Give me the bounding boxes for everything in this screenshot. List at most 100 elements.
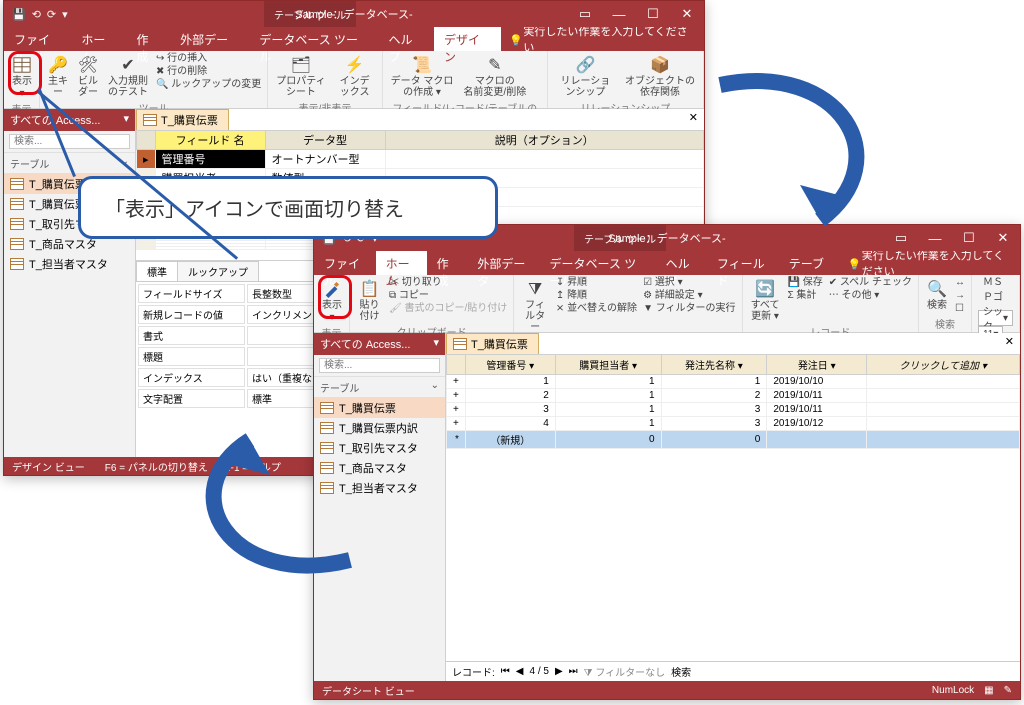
find-button[interactable]: 🔍検索 bbox=[925, 277, 949, 313]
recnav-prev-icon[interactable]: ◀ bbox=[516, 666, 524, 677]
chevron-down-icon[interactable]: ▾ bbox=[123, 112, 129, 128]
data-macro-button[interactable]: 📜データ マクロ の作成 ▾ bbox=[389, 53, 456, 100]
sort-asc-button[interactable]: ↧ 昇順 bbox=[556, 277, 637, 289]
tab-table[interactable]: テーブル bbox=[779, 251, 840, 275]
undo-icon[interactable]: ⟲ bbox=[32, 8, 41, 21]
view-button[interactable]: 表示▾ bbox=[320, 277, 344, 325]
modify-lookup-button[interactable]: 🔍 ルックアップの変更 bbox=[156, 79, 261, 91]
tab-external[interactable]: 外部データ bbox=[170, 27, 249, 51]
tell-me[interactable]: 💡実行したい作業を入力してください bbox=[840, 251, 1020, 275]
new-record-label[interactable]: （新規） bbox=[465, 431, 555, 449]
selection-filter-button[interactable]: ☑ 選択 ▾ bbox=[643, 277, 736, 289]
col-add[interactable]: クリックして追加 ▾ bbox=[867, 355, 1020, 375]
sort-desc-button[interactable]: ↥ 降順 bbox=[556, 290, 637, 302]
tab-file[interactable]: ファイル bbox=[4, 27, 71, 51]
row-selector[interactable]: ▸ bbox=[137, 150, 156, 169]
select-button[interactable]: ☐ bbox=[955, 303, 965, 315]
recnav-last-icon[interactable]: ⏭ bbox=[569, 666, 578, 677]
rename-macro-button[interactable]: ✎マクロの 名前変更/削除 bbox=[461, 53, 528, 100]
redo-icon[interactable]: ⟳ bbox=[47, 8, 56, 21]
close-button[interactable]: ✕ bbox=[670, 1, 704, 27]
row-expand-icon[interactable]: + bbox=[447, 375, 466, 389]
tell-me[interactable]: 💡 実行したい作業を入力してください bbox=[501, 27, 704, 51]
builder-button[interactable]: 🛠ビルダー bbox=[76, 53, 100, 100]
filter-button[interactable]: ⧩フィルター bbox=[520, 277, 550, 335]
spelling-button[interactable]: ✔ スペル チェック bbox=[829, 277, 912, 289]
tab-create[interactable]: 作成 bbox=[427, 251, 468, 275]
minimize-button[interactable]: — bbox=[602, 1, 636, 27]
refresh-all-button[interactable]: 🔄すべて 更新 ▾ bbox=[749, 277, 782, 324]
nav-search-input[interactable] bbox=[9, 134, 130, 149]
goto-button[interactable]: → bbox=[955, 290, 965, 302]
replace-button[interactable]: ↔ bbox=[955, 277, 965, 289]
tab-home[interactable]: ホーム bbox=[376, 251, 427, 275]
col-field-name[interactable]: フィールド 名 bbox=[155, 131, 265, 150]
totals-button[interactable]: Σ 集計 bbox=[787, 290, 822, 302]
nav-header[interactable]: すべての Access...▾ bbox=[314, 333, 445, 355]
relationships-button[interactable]: 🔗リレーションシップ bbox=[554, 53, 617, 100]
col-header[interactable]: 発注先名称 ▾ bbox=[661, 355, 767, 375]
recnav-next-icon[interactable]: ▶ bbox=[555, 666, 563, 677]
tab-dbtools[interactable]: データベース ツール bbox=[540, 251, 656, 275]
select-all-cell[interactable] bbox=[447, 355, 466, 375]
desc-cell[interactable] bbox=[385, 150, 703, 169]
close-button[interactable]: ✕ bbox=[986, 225, 1020, 251]
col-header[interactable]: 管理番号 ▾ bbox=[465, 355, 555, 375]
save-icon[interactable]: 💾 bbox=[12, 8, 26, 21]
tab-create[interactable]: 作成 bbox=[126, 27, 170, 51]
cut-button[interactable]: ✂ 切り取り bbox=[389, 277, 507, 289]
record-navigator[interactable]: レコード: ⏮ ◀ 4 / 5 ▶ ⏭ ⧩ フィルターなし 検索 bbox=[446, 661, 1020, 681]
new-record-icon[interactable]: * bbox=[447, 431, 466, 449]
select-all-cell[interactable] bbox=[137, 131, 156, 150]
maximize-button[interactable]: ☐ bbox=[636, 1, 670, 27]
type-cell[interactable]: オートナンバー型 bbox=[265, 150, 385, 169]
toggle-filter-button[interactable]: ▼ フィルターの実行 bbox=[643, 303, 736, 315]
nav-item[interactable]: T_購買伝票 bbox=[314, 398, 445, 418]
tab-design[interactable]: デザイン bbox=[434, 27, 501, 51]
recnav-first-icon[interactable]: ⏮ bbox=[501, 666, 510, 677]
dependencies-button[interactable]: 📦オブジェクトの 依存関係 bbox=[623, 53, 697, 100]
clear-sort-button[interactable]: ⨯ 並べ替えの解除 bbox=[556, 303, 637, 315]
view-switch-datasheet-icon[interactable]: ▦ bbox=[984, 685, 993, 696]
col-header[interactable]: 購買担当者 ▾ bbox=[555, 355, 661, 375]
col-data-type[interactable]: データ型 bbox=[265, 131, 385, 150]
copy-button[interactable]: ⧉ コピー bbox=[389, 290, 507, 302]
view-button[interactable]: 表示▾ bbox=[10, 53, 34, 101]
property-sheet-button[interactable]: 🗂プロパティ シート bbox=[274, 53, 327, 100]
insert-rows-button[interactable]: ↪ 行の挿入 bbox=[156, 53, 261, 65]
save-record-button[interactable]: 💾 保存 bbox=[787, 277, 822, 289]
maximize-button[interactable]: ☐ bbox=[952, 225, 986, 251]
prop-tab-lookup[interactable]: ルックアップ bbox=[177, 261, 259, 281]
delete-rows-button[interactable]: ✖ 行の削除 bbox=[156, 66, 261, 78]
recnav-position[interactable]: 4 / 5 bbox=[529, 666, 548, 677]
tab-help[interactable]: ヘルプ bbox=[379, 27, 435, 51]
col-description[interactable]: 説明（オプション） bbox=[385, 131, 703, 150]
recnav-filter[interactable]: フィルターなし bbox=[595, 668, 665, 679]
document-tab[interactable]: T_購買伝票 bbox=[446, 333, 539, 354]
paste-button[interactable]: 📋貼り付け bbox=[356, 277, 383, 324]
minimize-button[interactable]: — bbox=[918, 225, 952, 251]
tab-home[interactable]: ホーム bbox=[71, 27, 126, 51]
indexes-button[interactable]: ⚡インデックス bbox=[334, 53, 376, 100]
tab-help[interactable]: ヘルプ bbox=[656, 251, 707, 275]
close-tab-icon[interactable]: ✕ bbox=[999, 333, 1020, 350]
font-family-combo[interactable]: ＭＳ Ｐゴシック（詳細 ▾ bbox=[978, 310, 1013, 326]
document-tab[interactable]: T_購買伝票 bbox=[136, 109, 229, 130]
datasheet[interactable]: 管理番号 ▾ 購買担当者 ▾ 発注先名称 ▾ 発注日 ▾ クリックして追加 ▾ … bbox=[446, 354, 1020, 449]
advanced-filter-button[interactable]: ⚙ 詳細設定 ▾ bbox=[643, 290, 736, 302]
view-switch-design-icon[interactable]: ✎ bbox=[1004, 685, 1012, 696]
recnav-search[interactable]: 検索 bbox=[671, 664, 691, 679]
field-cell[interactable]: 管理番号 bbox=[155, 150, 265, 169]
col-header[interactable]: 発注日 ▾ bbox=[767, 355, 867, 375]
nav-item[interactable]: T_担当者マスタ bbox=[4, 254, 135, 274]
format-painter-button[interactable]: 🖌 書式のコピー/貼り付け bbox=[389, 303, 507, 315]
nav-search-input[interactable] bbox=[319, 358, 440, 373]
tab-dbtools[interactable]: データベース ツール bbox=[249, 27, 378, 51]
ribbon-display-icon[interactable]: ▭ bbox=[568, 1, 602, 27]
qat-more-icon[interactable]: ▾ bbox=[62, 8, 68, 21]
tab-external[interactable]: 外部データ bbox=[467, 251, 539, 275]
more-button[interactable]: ⋯ その他 ▾ bbox=[829, 290, 912, 302]
prop-tab-general[interactable]: 標準 bbox=[136, 261, 178, 281]
tab-fields[interactable]: フィールド bbox=[707, 251, 779, 275]
tab-file[interactable]: ファイル bbox=[314, 251, 376, 275]
